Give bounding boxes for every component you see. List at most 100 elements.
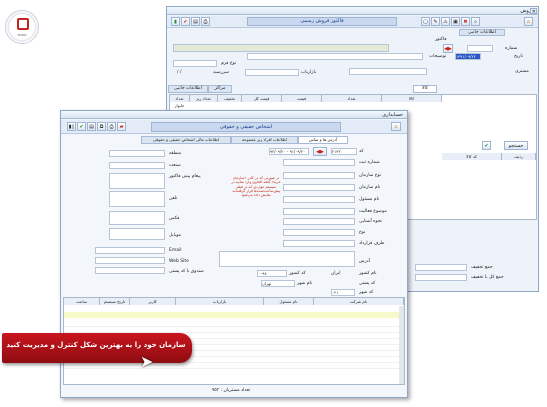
toolbar-doc-icon2[interactable]: ▤ <box>87 122 96 131</box>
city-code-field[interactable]: ۰۲۱ <box>331 289 355 296</box>
toolbar-list-icon[interactable]: ▮▯ <box>67 122 76 131</box>
toolbar-copy-icon[interactable]: ⧉ <box>97 122 106 131</box>
reg-no-field[interactable] <box>283 159 355 166</box>
tab-subordinates[interactable]: اطلاعات افراد زیر مجموعه <box>231 136 298 144</box>
pobox-field[interactable] <box>95 267 165 274</box>
toolbar-home-icon2[interactable]: ⌂ <box>391 122 401 131</box>
sum-discount-field[interactable] <box>415 264 467 271</box>
toolbar-save-icon[interactable]: ▣ <box>451 17 460 26</box>
toolbar-delete-icon2[interactable]: ▰ <box>117 122 126 131</box>
banner-text: سازمان خود را به بهترین شکل کنترل و مدیر… <box>6 341 186 349</box>
toolbar-find-icon[interactable]: ⌕ <box>471 17 480 26</box>
prev-arrow-button[interactable]: ◀▶ <box>443 44 453 53</box>
range-field[interactable]: ۹۲/۰۹/۲۰ - ۹۱/۰۹/۲۰ <box>269 148 309 155</box>
tab-info[interactable]: اطلاعات جانبی <box>168 85 208 93</box>
people-toolbar: ▮▯ ✔ ▤ ⧉ ⎙ ▰ اشخاص حقیقی و حقوقی ⌂ <box>61 120 407 134</box>
label-reg-no: شماره ثبت <box>359 160 380 165</box>
type-field[interactable] <box>283 229 355 236</box>
doc-field[interactable] <box>173 44 389 52</box>
label-phone: تلفن <box>169 196 178 201</box>
customer-label: مشتری <box>515 69 529 74</box>
country-code-field[interactable]: ۰۰۹۸ <box>257 270 287 277</box>
email-field[interactable] <box>95 247 165 254</box>
toolbar-ok-icon[interactable]: ✔ <box>77 122 86 131</box>
toolbar-print-icon2[interactable]: ⎙ <box>107 122 116 131</box>
industry-field[interactable] <box>109 162 165 169</box>
toolbar-edit-icon[interactable]: ✎ <box>431 17 440 26</box>
col-manager: نام مسئول <box>264 298 314 305</box>
code-label: کد <box>359 149 364 154</box>
promo-banner: سازمان خود را به بهترین شکل کنترل و مدیر… <box>2 333 192 363</box>
marketer-label: بازاریاب <box>301 70 317 75</box>
sum-total-label: جمع کل با تخفیف <box>471 275 504 280</box>
sales-toolbar: ▮ ✔ ▤ ⎙ فاکتور فروش رسمی ▢ ✎ ⚠ ▣ ✖ ⌕ ⌂ <box>167 16 538 28</box>
col-company: نام شرکت <box>314 298 404 305</box>
sales-header-title: فاکتور فروش رسمی <box>247 17 397 26</box>
activity-field[interactable] <box>283 208 355 215</box>
people-tabs: آدرس ها و تماس اطلاعات افراد زیر مجموعه … <box>61 136 407 144</box>
table-row[interactable] <box>64 322 404 327</box>
toolbar-warning-icon[interactable]: ⚠ <box>441 17 450 26</box>
desc-field[interactable] <box>247 53 423 60</box>
col-row: ردیف <box>502 153 536 160</box>
phone-field[interactable] <box>109 191 165 207</box>
region-field[interactable] <box>109 150 165 157</box>
table-row[interactable] <box>64 364 404 369</box>
toolbar-print-icon[interactable]: ⎙ <box>201 17 210 26</box>
country-value: ایران <box>331 271 341 276</box>
number-field[interactable] <box>467 45 493 52</box>
sales-tabs: کالا مراکز اطلاعات جانبی <box>167 85 538 93</box>
org-name-field[interactable] <box>283 184 355 191</box>
fax-field[interactable] <box>109 211 165 225</box>
nav-arrows-button[interactable]: ◀▶ <box>313 147 327 156</box>
address-field[interactable] <box>219 251 355 267</box>
tab-address[interactable]: آدرس ها و تماس <box>298 136 348 144</box>
tab-finance[interactable]: اطلاعات مالی اشخاص حقیقی و حقوقی <box>141 136 231 144</box>
logo-icon <box>17 18 29 30</box>
acquaint-field[interactable] <box>283 218 355 225</box>
sum-total-field[interactable] <box>415 274 467 281</box>
sales-titlebar: فروش ✕ <box>167 7 538 15</box>
due-label: سررسید <box>213 70 229 75</box>
mobile-field[interactable] <box>109 228 165 240</box>
col-discount: تخفیف <box>218 95 242 102</box>
toolbar-doc-icon[interactable]: ▤ <box>191 17 200 26</box>
grid-selected-row[interactable] <box>64 312 404 318</box>
label-mobile: موبایل <box>169 233 182 238</box>
customer-field[interactable] <box>349 68 427 75</box>
tab-goods[interactable]: کالا <box>413 85 437 93</box>
preinvoice-field[interactable] <box>109 173 165 189</box>
toolbar-check-icon[interactable]: ✔ <box>181 17 190 26</box>
city-field[interactable]: تهران <box>261 280 295 287</box>
col-user: کاربر <box>130 298 176 305</box>
sales-info-tab[interactable]: اطلاعات جانبی <box>459 29 505 36</box>
org-type-field[interactable] <box>283 172 355 179</box>
label-activity: موضوع فعالیت <box>359 209 387 214</box>
code-field[interactable]: ۲۱۳۲ <box>331 148 357 155</box>
col-total: قیمت کل <box>242 95 282 102</box>
col-goods: کالا <box>382 95 442 102</box>
grid-scrollbar[interactable] <box>399 306 404 384</box>
website-field[interactable] <box>95 257 165 264</box>
label-contract: طرف قرارداد <box>359 241 385 246</box>
date-field[interactable]: ۱۳۹۱/۰۹/۲۲ <box>455 53 481 60</box>
toolbar-delete-icon[interactable]: ✖ <box>461 17 470 26</box>
tab-centers[interactable]: مراکز <box>208 85 232 93</box>
toolbar-green-icon[interactable]: ▮ <box>171 17 180 26</box>
close-button[interactable]: ✕ <box>530 8 537 15</box>
date-label: تاریخ <box>514 54 523 59</box>
toolbar-lock-icon[interactable]: ▢ <box>421 17 430 26</box>
manager-field[interactable] <box>283 196 355 203</box>
toolbar-home-icon[interactable]: ⌂ <box>524 17 533 26</box>
sum-discount-label: جمع تخفیف <box>471 265 493 270</box>
contract-field[interactable] <box>283 240 355 247</box>
label-preinvoice: پیغام پیش فاکتور <box>169 174 201 179</box>
label-fax: فکس <box>169 216 180 221</box>
people-titlebar: حسابداری <box>61 111 407 119</box>
find-button[interactable]: جستجو <box>504 141 528 150</box>
marketer-field[interactable] <box>245 69 299 76</box>
form-type-field[interactable] <box>173 60 217 67</box>
col-goods-code: کد کالا <box>442 153 502 160</box>
cursor-icon: ➤ <box>140 352 154 371</box>
tick-icon[interactable]: ✔ <box>482 141 491 150</box>
